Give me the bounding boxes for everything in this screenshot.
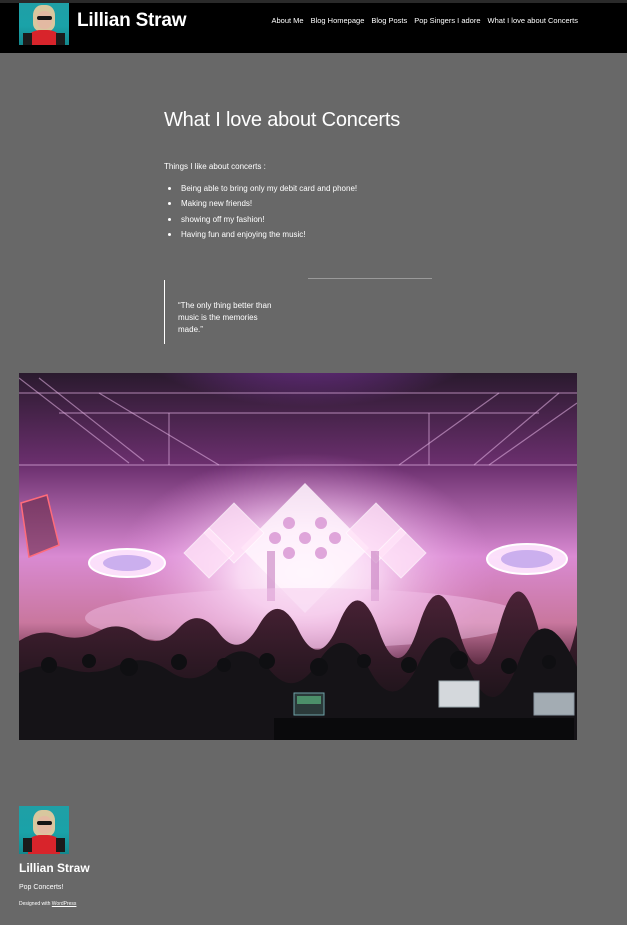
- list-item: Making new friends!: [168, 196, 357, 211]
- concert-likes-list: Being able to bring only my debit card a…: [168, 181, 357, 242]
- intro-text: Things I like about concerts :: [164, 162, 266, 171]
- footer-tagline: Pop Concerts!: [19, 884, 64, 891]
- pull-quote: “The only thing better than music is the…: [164, 280, 274, 344]
- list-item: showing off my fashion!: [168, 212, 357, 227]
- nav-item-concerts[interactable]: What I love about Concerts: [488, 16, 578, 25]
- nav-item-blog-homepage[interactable]: Blog Homepage: [311, 16, 365, 25]
- list-item: Being able to bring only my debit card a…: [168, 181, 357, 196]
- list-item: Having fun and enjoying the music!: [168, 227, 357, 242]
- nav-item-pop-singers[interactable]: Pop Singers I adore: [414, 16, 480, 25]
- main-navigation: About Me Blog Homepage Blog Posts Pop Si…: [271, 16, 578, 25]
- quote-text: “The only thing better than music is the…: [178, 301, 272, 334]
- profile-photo-icon[interactable]: [19, 806, 69, 854]
- credit-prefix: Designed with: [19, 901, 51, 907]
- site-title[interactable]: Lillian Straw: [77, 10, 187, 32]
- site-header: Lillian Straw About Me Blog Homepage Blo…: [0, 3, 627, 53]
- footer-site-title[interactable]: Lillian Straw: [19, 861, 90, 875]
- concert-photo: [19, 373, 577, 740]
- profile-photo-icon[interactable]: [19, 3, 69, 45]
- footer-credit: Designed with WordPress: [19, 901, 76, 907]
- nav-item-blog-posts[interactable]: Blog Posts: [371, 16, 407, 25]
- wordpress-link[interactable]: WordPress: [52, 901, 77, 907]
- nav-item-about-me[interactable]: About Me: [271, 16, 303, 25]
- separator: [308, 278, 432, 279]
- page-title: What I love about Concerts: [164, 109, 401, 131]
